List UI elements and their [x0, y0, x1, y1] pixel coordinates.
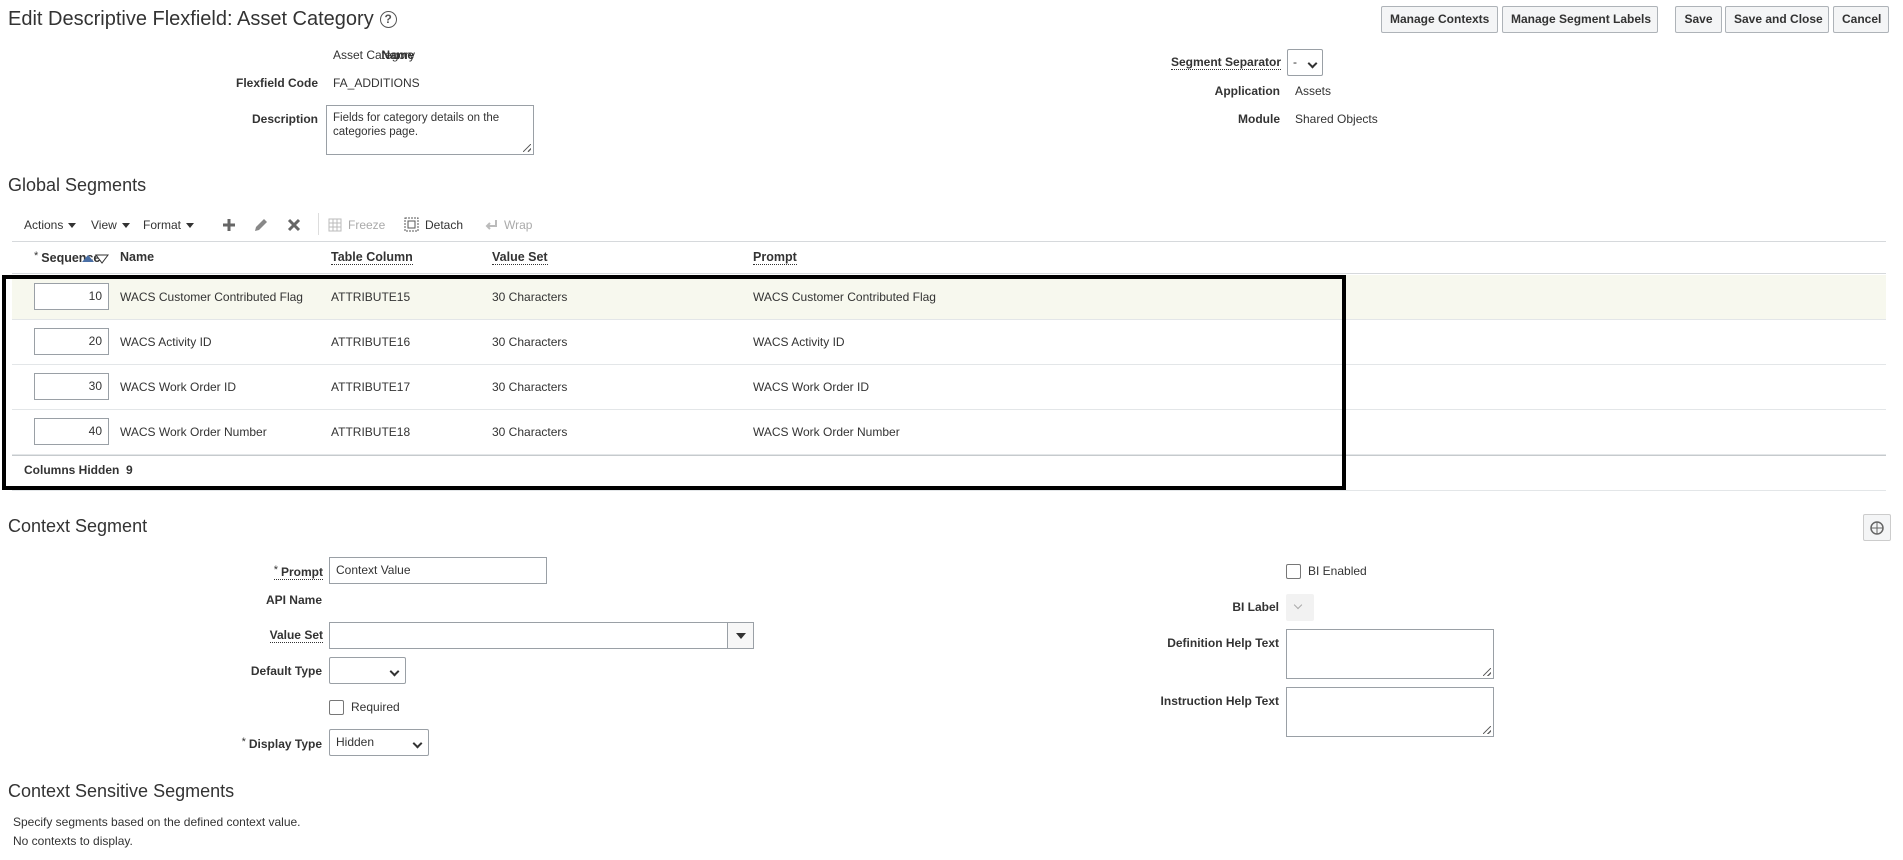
bi-label-select[interactable]: [1286, 594, 1314, 621]
required-marker: *: [273, 564, 278, 576]
save-and-close-button[interactable]: Save and Close: [1725, 6, 1829, 33]
context-sensitive-hint: Specify segments based on the defined co…: [13, 815, 301, 829]
resize-handle-icon[interactable]: [1483, 726, 1491, 734]
chevron-down-icon: [1307, 58, 1318, 69]
chevron-down-icon: [412, 738, 423, 749]
section-divider: [12, 490, 1886, 491]
bi-enabled-checkbox[interactable]: [1286, 564, 1301, 579]
prompt-input[interactable]: Context Value: [329, 557, 547, 584]
sort-icon[interactable]: [80, 254, 110, 264]
column-header-name[interactable]: Name: [120, 250, 154, 264]
display-type-value: Hidden: [336, 735, 375, 749]
display-type-select[interactable]: Hidden: [329, 729, 429, 756]
save-button[interactable]: Save: [1675, 6, 1722, 33]
default-type-select[interactable]: [329, 657, 406, 684]
no-contexts-message: No contexts to display.: [13, 834, 133, 848]
view-label: View: [91, 218, 117, 232]
wrap-icon: [485, 220, 497, 230]
name-value: Asset Category: [333, 48, 416, 62]
freeze-button[interactable]: Freeze: [348, 218, 385, 232]
toolbar-divider: [318, 213, 319, 235]
context-sensitive-title: Context Sensitive Segments: [8, 781, 235, 801]
cancel-button[interactable]: Cancel: [1833, 6, 1889, 33]
context-settings-button[interactable]: [1863, 514, 1891, 541]
page-title: Edit Descriptive Flexfield: Asset Catego…: [8, 8, 397, 31]
actions-label: Actions: [24, 218, 64, 232]
resize-handle-icon[interactable]: [1483, 668, 1491, 676]
caret-down-icon: [68, 223, 77, 228]
highlight-box: [2, 275, 1346, 490]
description-label: Description: [251, 112, 318, 126]
add-icon[interactable]: [221, 217, 237, 233]
instruction-help-textarea[interactable]: [1286, 687, 1494, 737]
application-value: Assets: [1295, 84, 1332, 98]
prompt-label: * Prompt: [273, 564, 323, 580]
description-textarea[interactable]: Fields for category details on the categ…: [326, 105, 534, 155]
actions-menu[interactable]: Actions: [24, 218, 77, 232]
value-set-combobox[interactable]: [329, 622, 754, 649]
value-set-label: Value Set: [269, 628, 323, 643]
required-marker: *: [241, 736, 246, 748]
detach-button[interactable]: Detach: [425, 218, 463, 232]
default-type-label: Default Type: [250, 664, 322, 678]
definition-help-label: Definition Help Text: [1167, 636, 1279, 650]
resize-handle-icon[interactable]: [523, 144, 531, 152]
detach-icon: [404, 217, 419, 232]
bi-label-label: BI Label: [1232, 600, 1279, 614]
segment-separator-select[interactable]: -: [1287, 49, 1323, 76]
edit-pencil-icon[interactable]: [253, 217, 269, 233]
header-divider: [12, 273, 1886, 274]
help-icon[interactable]: ?: [379, 11, 397, 28]
column-header-prompt[interactable]: Prompt: [753, 250, 797, 265]
dropdown-button[interactable]: [727, 623, 753, 648]
column-header-value-set[interactable]: Value Set: [492, 250, 548, 265]
flexfield-code-value: FA_ADDITIONS: [333, 76, 420, 90]
freeze-icon: [328, 218, 342, 232]
table-top-border: [12, 241, 1886, 242]
module-value: Shared Objects: [1295, 112, 1378, 126]
prompt-label-text: Prompt: [281, 565, 323, 579]
manage-segment-labels-button[interactable]: Manage Segment Labels: [1502, 6, 1658, 33]
global-segments-title: Global Segments: [8, 175, 147, 195]
module-label: Module: [1238, 112, 1280, 126]
view-menu[interactable]: View: [91, 218, 130, 232]
globe-icon: [1870, 521, 1884, 535]
segment-separator-label: Segment Separator: [1171, 55, 1282, 70]
required-label: Required: [351, 700, 400, 714]
caret-down-icon: [186, 223, 195, 228]
context-segment-title: Context Segment: [8, 516, 148, 536]
segment-separator-value: -: [1293, 55, 1297, 69]
description-text: Fields for category details on the categ…: [333, 112, 500, 138]
wrap-button[interactable]: Wrap: [504, 218, 532, 232]
chevron-down-icon: [1293, 600, 1303, 610]
application-label: Application: [1214, 84, 1280, 98]
caret-down-icon: [736, 633, 746, 639]
bi-enabled-label: BI Enabled: [1308, 564, 1367, 578]
display-type-label: * Display Type: [242, 736, 322, 751]
instruction-help-label: Instruction Help Text: [1160, 694, 1279, 708]
required-marker: *: [34, 250, 39, 262]
display-type-label-text: Display Type: [248, 737, 322, 751]
format-label: Format: [143, 218, 182, 232]
api-name-label: API Name: [265, 593, 322, 607]
delete-icon[interactable]: [286, 217, 302, 233]
definition-help-textarea[interactable]: [1286, 629, 1494, 679]
caret-down-icon: [121, 223, 130, 228]
format-menu[interactable]: Format: [143, 218, 195, 232]
column-header-table-column[interactable]: Table Column: [331, 250, 413, 265]
flexfield-code-label: Flexfield Code: [235, 76, 318, 90]
page-title-text: Edit Descriptive Flexfield: Asset Catego…: [8, 8, 374, 30]
required-checkbox[interactable]: [329, 700, 344, 715]
chevron-down-icon: [389, 666, 400, 677]
manage-contexts-button[interactable]: Manage Contexts: [1381, 6, 1498, 33]
